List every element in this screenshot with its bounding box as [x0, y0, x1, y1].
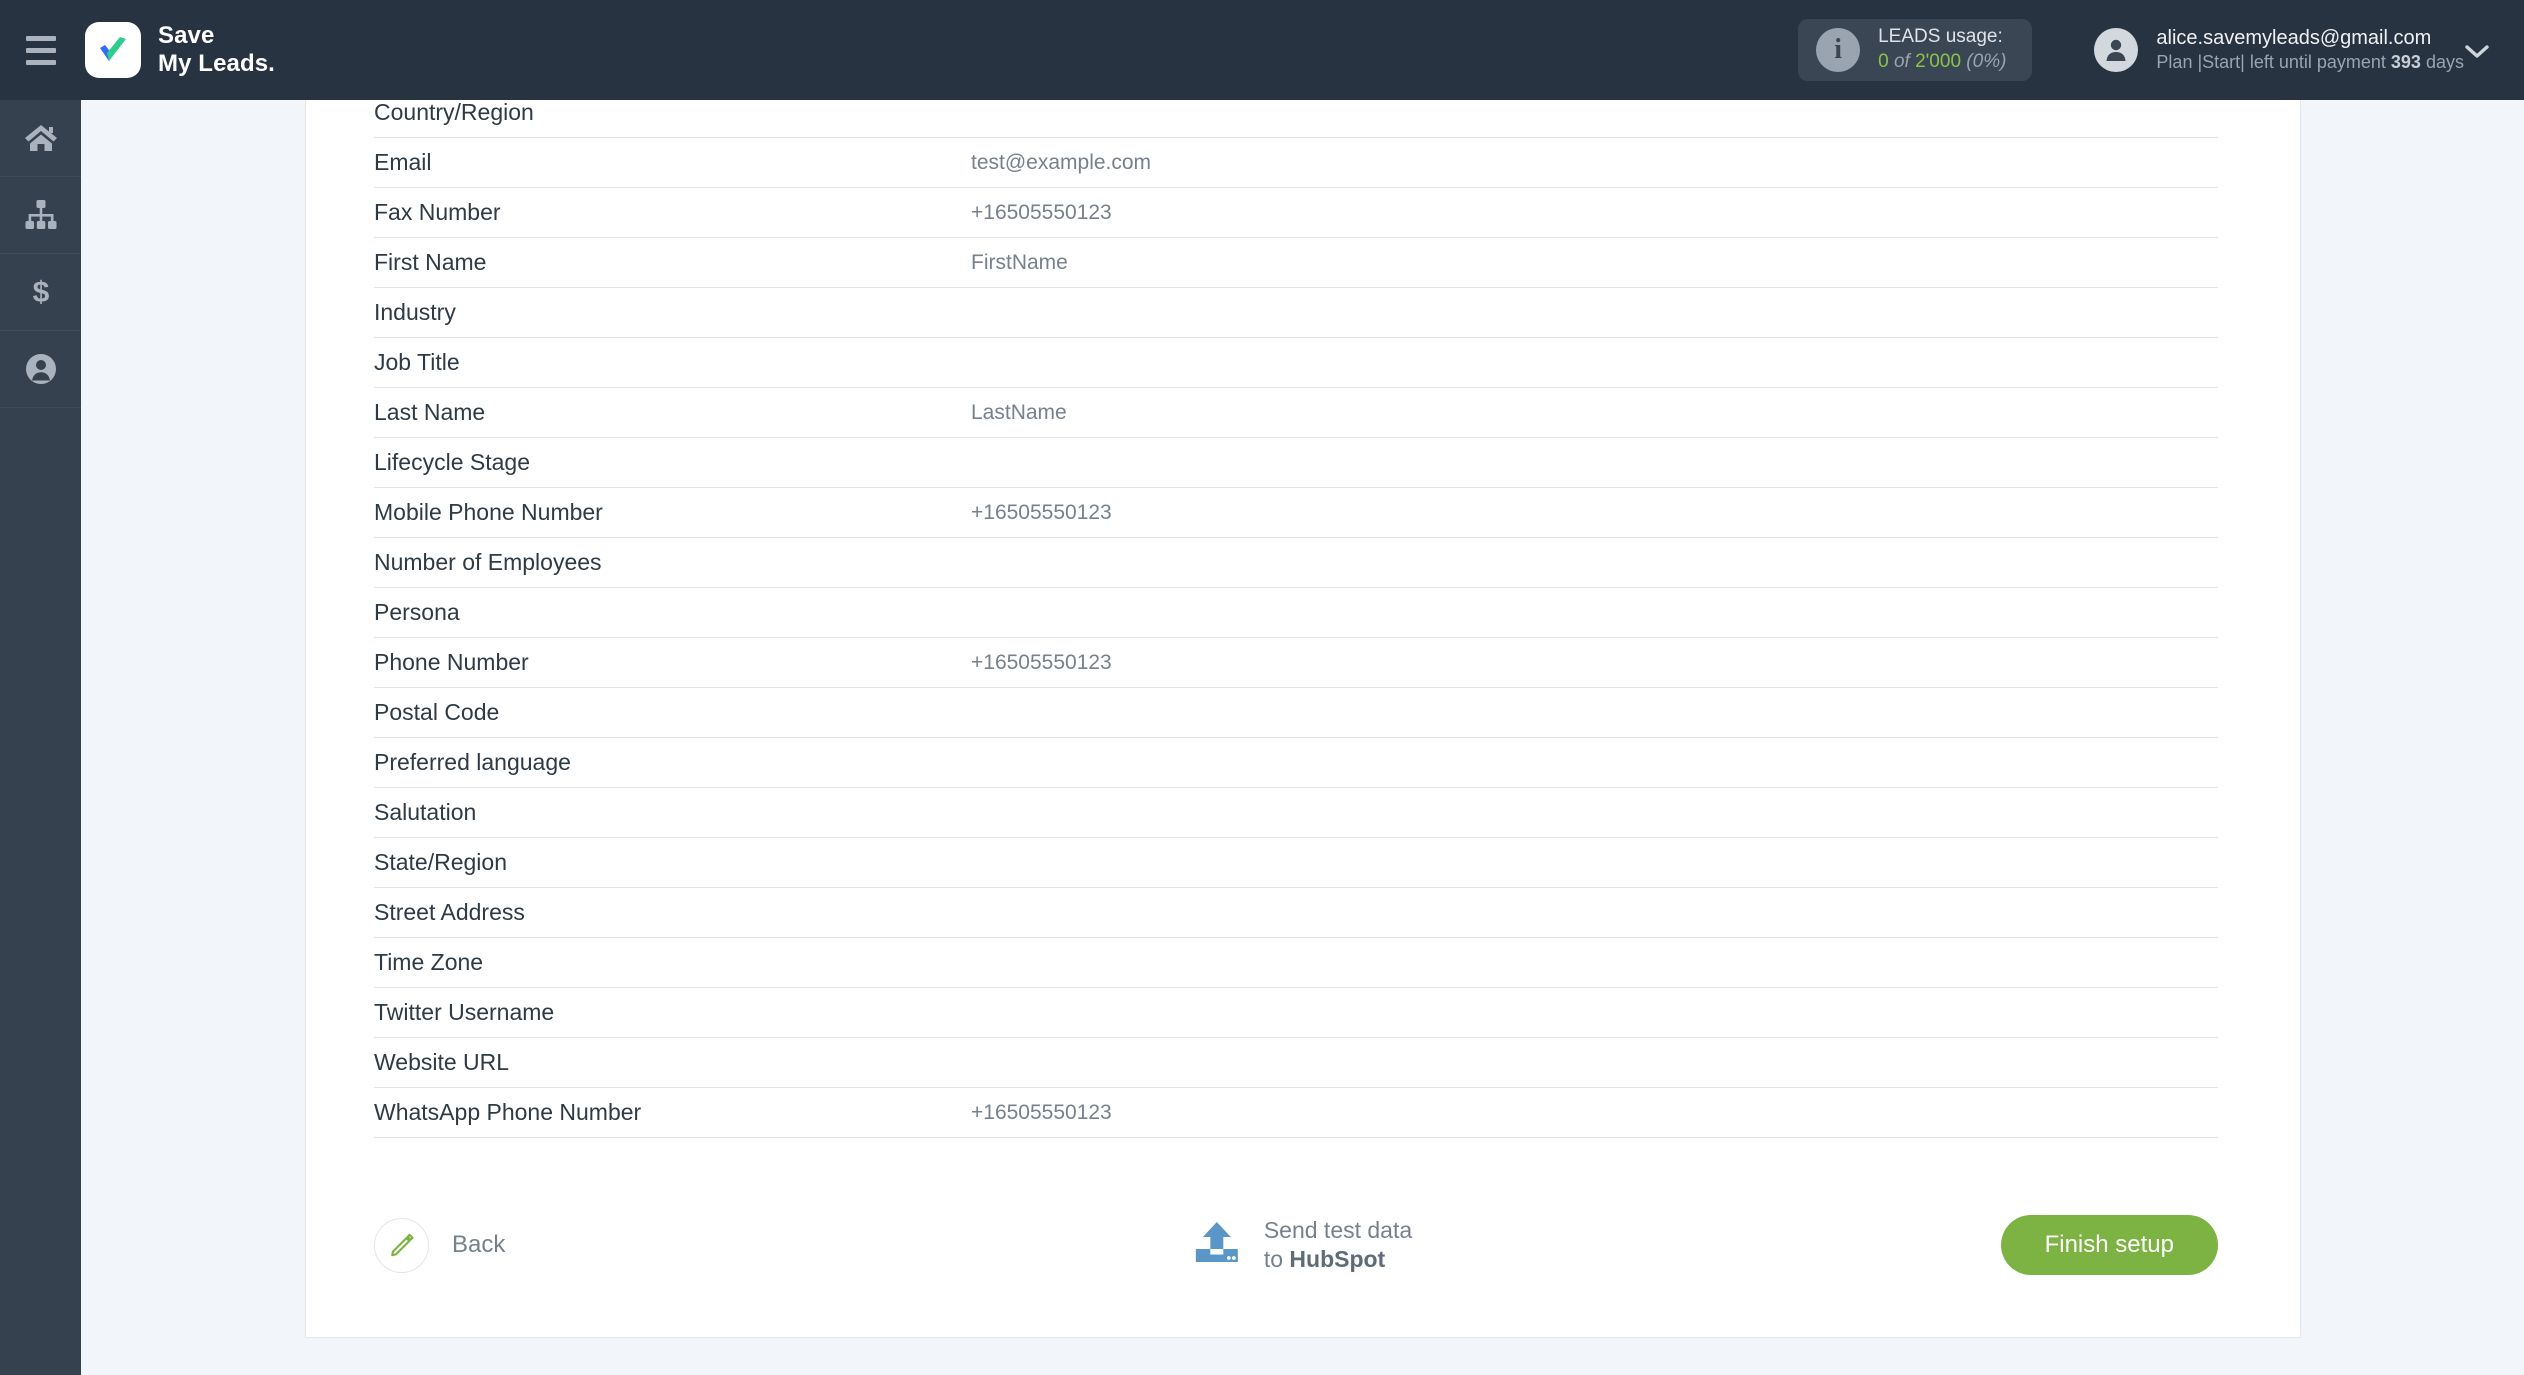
- table-row: Lifecycle Stage: [374, 438, 2218, 488]
- leads-usage-total: 2'000: [1915, 51, 1962, 72]
- table-row: Industry: [374, 288, 2218, 338]
- field-label: Lifecycle Stage: [374, 449, 530, 475]
- field-label: Time Zone: [374, 949, 484, 975]
- card-actions: Back Send test data to HubSpot Finish se…: [306, 1200, 2300, 1290]
- table-row: Number of Employees: [374, 538, 2218, 588]
- left-sidebar: $: [0, 100, 81, 1375]
- field-label: State/Region: [374, 849, 507, 875]
- leads-usage-badge[interactable]: i LEADS usage: 0 of 2'000 (0%): [1798, 19, 2033, 81]
- send-test-line-1: Send test data: [1263, 1216, 1413, 1243]
- account-details: alice.savemyleads@gmail.com Plan |Start|…: [2156, 25, 2464, 75]
- field-value: +16505550123: [971, 200, 1112, 224]
- checkmark-logo-icon: [85, 22, 141, 78]
- table-row: Time Zone: [374, 938, 2218, 988]
- account-plan-days: 393: [2390, 52, 2421, 73]
- chevron-down-icon[interactable]: [2464, 37, 2490, 63]
- brand-name: Save My Leads.: [158, 22, 275, 79]
- table-row: Mobile Phone Number +16505550123: [374, 488, 2218, 538]
- hamburger-bar: [25, 59, 56, 65]
- field-label: Phone Number: [374, 649, 529, 675]
- info-icon: i: [1816, 28, 1861, 72]
- field-value: +16505550123: [971, 500, 1112, 524]
- sidebar-item-home[interactable]: [0, 100, 81, 177]
- table-row: Last Name LastName: [374, 388, 2218, 438]
- leads-usage-value: 0 of 2'000 (0%): [1878, 50, 2006, 75]
- field-label: Twitter Username: [374, 999, 555, 1025]
- table-row: Preferred language: [374, 738, 2218, 788]
- upload-icon: [1194, 1221, 1242, 1270]
- field-label: Persona: [374, 599, 460, 625]
- back-button[interactable]: Back: [374, 1217, 506, 1273]
- leads-usage-used: 0: [1878, 51, 1889, 72]
- field-label: WhatsApp Phone Number: [374, 1099, 642, 1125]
- field-mapping-table: Country/Region Email test@example.com Fax N…: [306, 88, 2300, 1138]
- brand-line-1: Save: [158, 21, 215, 49]
- back-button-label: Back: [452, 1231, 506, 1258]
- field-label: Job Title: [374, 349, 460, 375]
- leads-usage-of: of: [1893, 51, 1910, 72]
- user-circle-icon: [24, 352, 58, 386]
- hamburger-bar: [25, 47, 56, 53]
- table-row: Postal Code: [374, 688, 2218, 738]
- hamburger-bar: [25, 35, 56, 41]
- field-value: test@example.com: [971, 150, 1152, 174]
- field-value: +16505550123: [971, 650, 1112, 674]
- send-test-line-2-prefix: to: [1263, 1246, 1284, 1272]
- table-row: Salutation: [374, 788, 2218, 838]
- account-menu[interactable]: alice.savemyleads@gmail.com Plan |Start|…: [2094, 25, 2464, 75]
- field-label: Country/Region: [374, 99, 534, 125]
- account-plan-prefix: Plan |Start| left until payment: [2156, 52, 2386, 73]
- finish-setup-button[interactable]: Finish setup: [2000, 1215, 2218, 1275]
- leads-usage-percent: (0%): [1966, 51, 2007, 72]
- table-row: Persona: [374, 588, 2218, 638]
- table-row: Phone Number +16505550123: [374, 638, 2218, 688]
- user-avatar-icon: [2094, 27, 2139, 72]
- table-row: Twitter Username: [374, 988, 2218, 1038]
- svg-text:$: $: [32, 276, 49, 309]
- field-label: Website URL: [374, 1049, 510, 1075]
- account-plan: Plan |Start| left until payment 393 days: [2156, 51, 2464, 75]
- table-row: Email test@example.com: [374, 138, 2218, 188]
- send-test-data-button[interactable]: Send test data to HubSpot: [1194, 1216, 1412, 1275]
- table-row: WhatsApp Phone Number +16505550123: [374, 1088, 2218, 1138]
- field-label: Postal Code: [374, 699, 500, 725]
- field-value: +16505550123: [971, 1100, 1112, 1124]
- send-test-destination: HubSpot: [1289, 1246, 1386, 1272]
- table-row: Website URL: [374, 1038, 2218, 1088]
- field-label: Last Name: [374, 399, 486, 425]
- dollar-icon: $: [24, 275, 58, 309]
- home-icon: [24, 121, 58, 155]
- sidebar-item-billing[interactable]: $: [0, 254, 81, 331]
- field-mapping-card: Country/Region Email test@example.com Fax N…: [305, 88, 2301, 1338]
- table-row: Job Title: [374, 338, 2218, 388]
- table-row: First Name FirstName: [374, 238, 2218, 288]
- table-row: Fax Number +16505550123: [374, 188, 2218, 238]
- field-value: LastName: [971, 400, 1067, 424]
- field-label: Industry: [374, 299, 456, 325]
- field-label: First Name: [374, 249, 487, 275]
- leads-usage-title: LEADS usage:: [1878, 26, 2003, 48]
- sidebar-item-account[interactable]: [0, 331, 81, 408]
- pencil-icon: [374, 1217, 429, 1273]
- field-label: Salutation: [374, 799, 477, 825]
- field-value: FirstName: [971, 250, 1068, 274]
- hamburger-icon[interactable]: [0, 0, 81, 100]
- account-plan-days-suffix: days: [2425, 52, 2464, 73]
- account-email: alice.savemyleads@gmail.com: [2156, 26, 2432, 49]
- field-label: Mobile Phone Number: [374, 499, 603, 525]
- brand-logo[interactable]: Save My Leads.: [85, 22, 275, 79]
- sidebar-item-connections[interactable]: [0, 177, 81, 254]
- top-header: Save My Leads. i LEADS usage: 0 of 2'000…: [0, 0, 2524, 100]
- leads-usage-text: LEADS usage: 0 of 2'000 (0%): [1878, 25, 2006, 74]
- brand-line-2: My Leads.: [158, 50, 275, 77]
- field-label: Number of Employees: [374, 549, 602, 575]
- field-label: Street Address: [374, 899, 525, 925]
- sitemap-icon: [24, 199, 58, 231]
- field-label: Fax Number: [374, 199, 501, 225]
- table-row: State/Region: [374, 838, 2218, 888]
- send-test-data-label: Send test data to HubSpot: [1264, 1216, 1412, 1275]
- field-label: Preferred language: [374, 749, 571, 775]
- field-label: Email: [374, 149, 432, 175]
- table-row: Street Address: [374, 888, 2218, 938]
